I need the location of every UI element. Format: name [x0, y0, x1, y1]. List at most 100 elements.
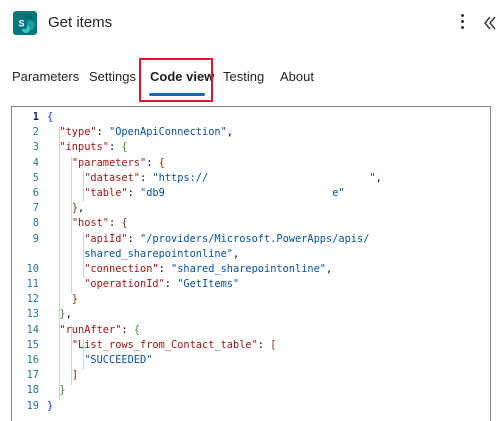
code-token: "https://	[152, 171, 209, 184]
code-line: 4 "parameters": {	[12, 157, 490, 172]
code-token: ,	[233, 247, 240, 260]
code-token: ,	[375, 171, 382, 184]
code-text: "dataset": "https:// ",	[47, 172, 382, 184]
code-token: "shared_sharepointonline"	[171, 262, 326, 275]
code-token: :	[164, 278, 178, 291]
code-line: 8 "host": {	[12, 217, 490, 232]
code-token: :	[109, 141, 122, 154]
code-text: shared_sharepointonline",	[47, 248, 239, 260]
code-token: :	[257, 338, 271, 351]
code-text: "runAfter": {	[47, 324, 140, 336]
code-token: ,	[78, 202, 85, 215]
code-line: 3 "inputs": {	[12, 141, 490, 156]
code-text: "SUCCEEDED"	[47, 354, 152, 366]
code-token: :	[127, 186, 141, 199]
tab-testing[interactable]: Testing	[223, 69, 264, 84]
code-text: "type": "OpenApiConnection",	[47, 126, 233, 138]
code-token: :	[158, 262, 172, 275]
code-token: {	[121, 141, 128, 154]
code-line: 11 "operationId": "GetItems"	[12, 278, 490, 293]
code-token: "apiId"	[84, 232, 128, 245]
code-text: "connection": "shared_sharepointonline",	[47, 263, 332, 275]
code-content: 1{ 2 "type": "OpenApiConnection", 3 "inp…	[12, 111, 490, 415]
code-text: ]	[47, 369, 78, 381]
tab-bar: Parameters Settings Code view Testing Ab…	[0, 60, 500, 104]
code-token: }	[47, 399, 54, 412]
code-line: 19}	[12, 400, 490, 415]
code-text: "apiId": "/providers/Microsoft.PowerApps…	[47, 233, 369, 245]
code-text: },	[47, 308, 71, 320]
line-number: 8	[32, 217, 39, 230]
code-line: 9 "apiId": "/providers/Microsoft.PowerAp…	[12, 233, 490, 248]
code-line: 18 }	[12, 384, 490, 399]
code-token: e"	[332, 186, 345, 199]
code-line: 12 }	[12, 293, 490, 308]
code-token: [	[270, 338, 277, 351]
code-line: 5 "dataset": "https:// ",	[12, 172, 490, 187]
line-number: 19	[26, 399, 39, 412]
tab-code-view[interactable]: Code view	[150, 69, 214, 84]
line-number: 1	[32, 111, 39, 123]
code-token: "inputs"	[59, 141, 110, 154]
code-text: "host": {	[47, 217, 128, 229]
code-token: ]	[71, 369, 79, 382]
dot	[461, 14, 464, 17]
code-line: 15 "List_rows_from_Contact_table": [	[12, 339, 490, 354]
code-line: 10 "connection": "shared_sharepointonlin…	[12, 263, 490, 278]
code-token: ,	[226, 126, 234, 139]
line-number: 10	[26, 262, 39, 275]
code-line: shared_sharepointonline",	[12, 248, 490, 263]
code-line: 13 },	[12, 308, 490, 323]
tab-parameters[interactable]: Parameters	[12, 69, 79, 84]
code-token: :	[127, 232, 141, 245]
line-number: 13	[26, 308, 39, 321]
line-number: 15	[26, 338, 39, 351]
line-number: 4	[32, 156, 39, 169]
code-token: ,	[326, 262, 333, 275]
code-line: 17 ]	[12, 369, 490, 384]
code-text: "inputs": {	[47, 141, 128, 154]
line-number: 16	[26, 354, 39, 366]
code-editor[interactable]: 1{ 2 "type": "OpenApiConnection", 3 "inp…	[11, 106, 491, 421]
code-token: "connection"	[84, 262, 159, 275]
code-token: "dataset"	[84, 171, 140, 184]
code-token: :	[146, 156, 159, 169]
panel-header: S Get items	[0, 0, 500, 48]
double-chevron-left-icon[interactable]	[482, 14, 498, 32]
code-text: "List_rows_from_Contact_table": [	[47, 338, 277, 351]
code-token: "List_rows_from_Contact_table"	[71, 338, 258, 351]
code-text: }	[47, 400, 53, 412]
code-token: :	[140, 171, 153, 184]
code-token: "/providers/Microsoft.PowerApps/apis/	[140, 232, 370, 245]
more-options-icon[interactable]	[455, 11, 471, 33]
code-text: }	[47, 384, 66, 397]
code-token: "parameters"	[71, 156, 147, 169]
line-number: 2	[32, 126, 39, 139]
line-number: 12	[26, 293, 39, 306]
line-number: 7	[32, 202, 39, 215]
code-token: }	[71, 293, 79, 306]
code-text: }	[47, 293, 78, 305]
code-line: 1{	[12, 111, 490, 126]
tab-settings[interactable]: Settings	[89, 69, 136, 84]
code-token: :	[96, 126, 110, 139]
code-token: "table"	[84, 186, 128, 199]
line-number: 5	[32, 171, 39, 184]
code-text: {	[47, 111, 53, 123]
code-token: "type"	[59, 126, 97, 139]
code-text: "operationId": "GetItems"	[47, 278, 239, 290]
svg-text:S: S	[18, 19, 24, 29]
tab-about[interactable]: About	[280, 69, 314, 84]
code-token: {	[121, 217, 128, 230]
code-token: {	[133, 323, 141, 336]
code-token: "db9	[140, 186, 165, 199]
code-token: shared_sharepointonline"	[84, 247, 233, 260]
line-number: 3	[32, 141, 39, 154]
code-token: :	[121, 323, 134, 336]
line-number: 11	[26, 278, 39, 291]
code-token: "GetItems"	[177, 278, 240, 291]
line-number: 6	[32, 186, 39, 199]
code-token: }	[59, 384, 66, 397]
